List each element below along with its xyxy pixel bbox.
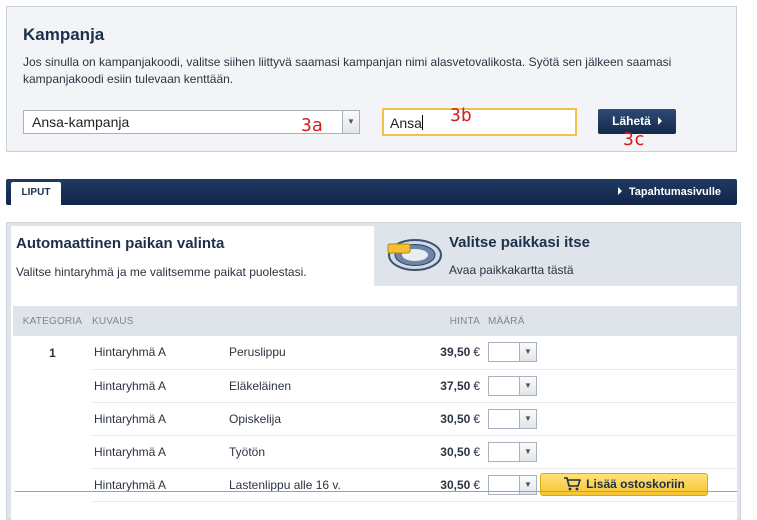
ticket-type: Lastenlippu alle 16 v.: [225, 468, 390, 502]
campaign-panel: Kampanja Jos sinulla on kampanjakoodi, v…: [6, 6, 737, 152]
currency-symbol: €: [473, 345, 480, 360]
ticket-type: Työtön: [225, 435, 390, 469]
campaign-title: Kampanja: [23, 25, 105, 44]
chevron-down-icon: ▼: [519, 343, 536, 362]
category-cell: [13, 468, 92, 501]
price-cell: 30,50 €: [390, 468, 480, 502]
price-cell: 37,50 €: [390, 369, 480, 403]
price-group: Hintaryhmä A: [92, 468, 225, 502]
currency-symbol: €: [473, 378, 480, 393]
action-cell: [540, 435, 737, 469]
quantity-cell: ▼: [480, 435, 540, 469]
header-category: KATEGORIA: [13, 306, 92, 336]
arrow-right-icon: [617, 187, 622, 195]
campaign-select-value: Ansa-kampanja: [32, 114, 130, 130]
ticket-type: Opiskelija: [225, 402, 390, 436]
price-cell: 39,50 €: [390, 336, 480, 370]
price-table: KATEGORIA KUVAUS HINTA MÄÄRÄ 1 Hintaryhm…: [13, 306, 737, 502]
header-description: KUVAUS: [92, 306, 225, 336]
price-cell: 30,50 €: [390, 402, 480, 436]
annotation-3c: 3c: [623, 129, 645, 150]
annotation-3b: 3b: [450, 105, 472, 126]
quantity-select[interactable]: ▼: [488, 375, 537, 396]
table-row: Hintaryhmä A Opiskelija 30,50 € ▼: [13, 402, 737, 436]
chevron-down-icon: ▼: [519, 376, 536, 395]
category-cell: [13, 402, 92, 435]
self-seat-description: Avaa paikkakartta tästä: [449, 263, 574, 277]
quantity-select[interactable]: ▼: [488, 441, 537, 462]
self-seat-title: Valitse paikkasi itse: [449, 234, 590, 251]
currency-symbol: €: [473, 444, 480, 459]
header-action: [540, 306, 737, 336]
chevron-down-icon: ▼: [519, 409, 536, 428]
tab-liput[interactable]: LIPUT: [11, 182, 61, 205]
category-cell: [13, 435, 92, 468]
price-content: KATEGORIA KUVAUS HINTA MÄÄRÄ 1 Hintaryhm…: [11, 286, 737, 520]
shopping-cart-icon: [564, 477, 581, 491]
price-cell: 30,50 €: [390, 435, 480, 469]
action-cell: [540, 402, 737, 436]
action-cell: [540, 336, 737, 370]
table-row: Hintaryhmä A Eläkeläinen 37,50 € ▼: [13, 369, 737, 403]
stadium-map-icon[interactable]: [385, 233, 443, 273]
price-value: 30,50: [440, 477, 471, 492]
table-header-row: KATEGORIA KUVAUS HINTA MÄÄRÄ: [13, 306, 737, 336]
category-cell: [13, 369, 92, 402]
category-cell: 1: [49, 345, 56, 360]
auto-seat-description: Valitse hintaryhmä ja me valitsemme paik…: [16, 265, 307, 279]
header-empty: [225, 306, 390, 336]
quantity-select[interactable]: ▼: [488, 342, 537, 363]
quantity-cell: ▼: [480, 468, 540, 502]
price-value: 30,50: [440, 411, 471, 426]
quantity-cell: ▼: [480, 336, 540, 370]
ticket-type: Peruslippu: [225, 336, 390, 370]
table-bottom-divider: [15, 491, 737, 492]
add-to-cart-button[interactable]: Lisää ostoskoriin: [540, 473, 708, 496]
annotation-3a: 3a: [301, 115, 323, 136]
action-cell: Lisää ostoskoriin: [540, 468, 737, 502]
price-value: 39,50: [440, 345, 471, 360]
submit-button-label: Lähetä: [612, 114, 651, 128]
price-group: Hintaryhmä A: [92, 402, 225, 436]
price-value: 37,50: [440, 378, 471, 393]
auto-seat-title: Automaattinen paikan valinta: [16, 235, 225, 252]
add-to-cart-label: Lisää ostoskoriin: [586, 477, 685, 491]
header-price: HINTA: [390, 306, 480, 336]
table-row: Hintaryhmä A Työtön 30,50 € ▼: [13, 435, 737, 469]
table-row: 1 Hintaryhmä A Peruslippu 39,50 € ▼: [13, 336, 737, 370]
currency-symbol: €: [473, 411, 480, 426]
price-value: 30,50: [440, 444, 471, 459]
seat-selection-panel: Automaattinen paikan valinta Valitse hin…: [6, 222, 741, 520]
price-group: Hintaryhmä A: [92, 369, 225, 403]
tab-bar: LIPUT Tapahtumasivulle: [6, 179, 737, 205]
price-group: Hintaryhmä A: [92, 435, 225, 469]
campaign-code-input[interactable]: Ansa: [382, 108, 577, 136]
event-page-link[interactable]: Tapahtumasivulle: [617, 179, 721, 205]
currency-symbol: €: [473, 477, 480, 492]
campaign-description: Jos sinulla on kampanjakoodi, valitse si…: [23, 55, 672, 86]
quantity-cell: ▼: [480, 402, 540, 436]
action-cell: [540, 369, 737, 403]
event-page-link-label: Tapahtumasivulle: [628, 186, 721, 198]
table-row: Hintaryhmä A Lastenlippu alle 16 v. 30,5…: [13, 468, 737, 502]
quantity-cell: ▼: [480, 369, 540, 403]
price-group: Hintaryhmä A: [92, 336, 225, 370]
ticket-type: Eläkeläinen: [225, 369, 390, 403]
quantity-select[interactable]: ▼: [488, 408, 537, 429]
chevron-down-icon: ▼: [519, 442, 536, 461]
header-quantity: MÄÄRÄ: [480, 306, 540, 336]
chevron-down-icon: ▼: [342, 111, 359, 133]
arrow-right-icon: [657, 117, 662, 125]
text-caret: [421, 115, 423, 130]
campaign-code-value: Ansa: [390, 115, 422, 131]
